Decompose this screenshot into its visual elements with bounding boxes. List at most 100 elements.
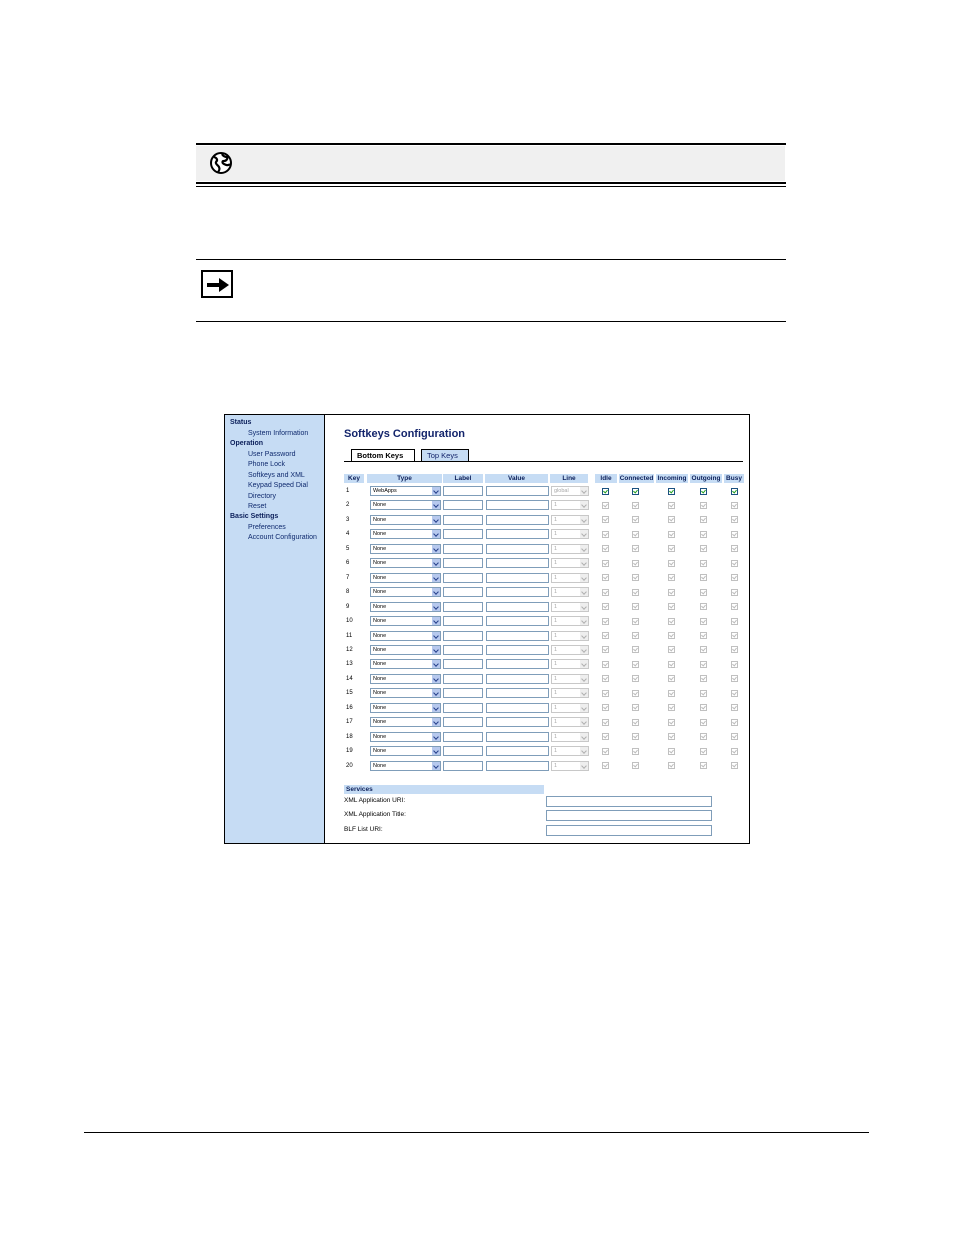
key-type-select[interactable]: None bbox=[370, 558, 441, 569]
key-label-input[interactable] bbox=[443, 630, 483, 641]
chevron-down-icon bbox=[580, 544, 588, 553]
xml-app-uri-input[interactable] bbox=[546, 796, 712, 807]
key-value-input[interactable] bbox=[486, 514, 549, 525]
key-label-input[interactable] bbox=[443, 500, 483, 511]
key-type-select[interactable]: None bbox=[370, 688, 441, 699]
key-busy-checkbox bbox=[731, 632, 738, 639]
key-label-input[interactable] bbox=[443, 644, 483, 655]
key-connected-checkbox bbox=[632, 733, 639, 741]
key-value-input[interactable] bbox=[486, 630, 549, 641]
tab-bottom-keys[interactable]: Bottom Keys bbox=[351, 449, 415, 461]
table-row-key: 14 bbox=[346, 675, 353, 682]
chevron-down-icon bbox=[432, 617, 440, 626]
key-value-input[interactable] bbox=[486, 760, 549, 771]
key-value-input[interactable] bbox=[486, 529, 549, 540]
key-type-select[interactable]: None bbox=[370, 529, 441, 540]
key-label-input[interactable] bbox=[443, 601, 483, 612]
key-incoming-checkbox bbox=[668, 617, 675, 625]
sidebar-item-softkeys-and-xml[interactable]: Softkeys and XML bbox=[248, 471, 305, 480]
key-label-input[interactable] bbox=[443, 486, 483, 496]
key-type-select[interactable]: None bbox=[370, 673, 441, 684]
key-outgoing-checkbox bbox=[700, 704, 707, 712]
key-type-value: None bbox=[373, 545, 387, 552]
key-value-input[interactable] bbox=[486, 688, 549, 699]
key-line-select: 1 bbox=[551, 760, 589, 771]
key-idle-checkbox bbox=[602, 588, 609, 596]
sidebar-item-phone-lock[interactable]: Phone Lock bbox=[248, 460, 285, 469]
sidebar-item-user-password[interactable]: User Password bbox=[248, 450, 295, 459]
key-idle-checkbox[interactable] bbox=[602, 487, 609, 495]
key-type-select[interactable]: None bbox=[370, 616, 441, 627]
key-label-input[interactable] bbox=[443, 659, 483, 670]
chevron-down-icon bbox=[432, 602, 440, 611]
key-type-select[interactable]: None bbox=[370, 514, 441, 525]
key-label-input[interactable] bbox=[443, 731, 483, 742]
key-line-value: 1 bbox=[554, 719, 558, 726]
key-line-select: 1 bbox=[551, 644, 589, 655]
key-label-input[interactable] bbox=[443, 558, 483, 569]
key-connected-checkbox[interactable] bbox=[632, 487, 639, 495]
key-label-input[interactable] bbox=[443, 688, 483, 699]
key-value-input[interactable] bbox=[486, 500, 549, 511]
key-label-input[interactable] bbox=[443, 616, 483, 627]
chevron-down-icon bbox=[580, 617, 588, 626]
key-type-select[interactable]: None bbox=[370, 760, 441, 771]
key-label-input[interactable] bbox=[443, 717, 483, 728]
key-label-input[interactable] bbox=[443, 514, 483, 525]
sidebar-item-reset[interactable]: Reset bbox=[248, 502, 266, 511]
key-value-input[interactable] bbox=[486, 587, 549, 598]
key-type-select[interactable]: None bbox=[370, 543, 441, 554]
key-outgoing-checkbox[interactable] bbox=[700, 487, 707, 495]
key-type-select[interactable]: None bbox=[370, 644, 441, 655]
key-type-select[interactable]: WebApps bbox=[370, 486, 441, 496]
key-type-value: WebApps bbox=[373, 488, 397, 494]
key-value-input[interactable] bbox=[486, 731, 549, 742]
key-value-input[interactable] bbox=[486, 572, 549, 583]
key-label-input[interactable] bbox=[443, 587, 483, 598]
key-busy-checkbox bbox=[731, 574, 738, 582]
column-header-key: Key bbox=[344, 474, 364, 483]
key-value-input[interactable] bbox=[486, 558, 549, 569]
sidebar-item-preferences[interactable]: Preferences bbox=[248, 523, 286, 532]
sidebar-item-account-configuration[interactable]: Account Configuration bbox=[248, 533, 317, 542]
key-type-select[interactable]: None bbox=[370, 746, 441, 757]
key-busy-checkbox[interactable] bbox=[731, 487, 738, 495]
sidebar-item-directory[interactable]: Directory bbox=[248, 492, 276, 501]
key-value-input[interactable] bbox=[486, 616, 549, 627]
key-label-input[interactable] bbox=[443, 760, 483, 771]
key-label-input[interactable] bbox=[443, 529, 483, 540]
key-value-input[interactable] bbox=[486, 702, 549, 713]
key-type-select[interactable]: None bbox=[370, 702, 441, 713]
key-incoming-checkbox[interactable] bbox=[668, 487, 675, 495]
key-value-input[interactable] bbox=[486, 717, 549, 728]
key-value-input[interactable] bbox=[486, 543, 549, 554]
key-type-select[interactable]: None bbox=[370, 587, 441, 598]
blf-list-uri-input[interactable] bbox=[546, 825, 712, 836]
table-row-key: 1 bbox=[346, 488, 350, 494]
key-type-select[interactable]: None bbox=[370, 572, 441, 583]
key-type-select[interactable]: None bbox=[370, 731, 441, 742]
key-label-input[interactable] bbox=[443, 702, 483, 713]
key-type-select[interactable]: None bbox=[370, 601, 441, 612]
key-type-select[interactable]: None bbox=[370, 630, 441, 641]
key-label-input[interactable] bbox=[443, 746, 483, 757]
key-value-input[interactable] bbox=[486, 601, 549, 612]
key-value-input[interactable] bbox=[486, 644, 549, 655]
key-value-input[interactable] bbox=[486, 673, 549, 684]
key-value-input[interactable] bbox=[486, 659, 549, 670]
sidebar-item-keypad-speed-dial[interactable]: Keypad Speed Dial bbox=[248, 481, 308, 490]
sidebar-item-system-information[interactable]: System Information bbox=[248, 429, 308, 438]
key-type-select[interactable]: None bbox=[370, 659, 441, 670]
tab-top-keys[interactable]: Top Keys bbox=[421, 449, 469, 461]
key-label-input[interactable] bbox=[443, 673, 483, 684]
key-outgoing-checkbox bbox=[700, 574, 707, 582]
key-value-input[interactable] bbox=[486, 486, 549, 496]
key-label-input[interactable] bbox=[443, 543, 483, 554]
key-value-input[interactable] bbox=[486, 746, 549, 757]
xml-app-title-input[interactable] bbox=[546, 810, 712, 821]
key-incoming-checkbox bbox=[668, 516, 675, 524]
key-label-input[interactable] bbox=[443, 572, 483, 583]
key-type-select[interactable]: None bbox=[370, 500, 441, 511]
key-busy-checkbox bbox=[731, 617, 738, 625]
key-type-select[interactable]: None bbox=[370, 717, 441, 728]
